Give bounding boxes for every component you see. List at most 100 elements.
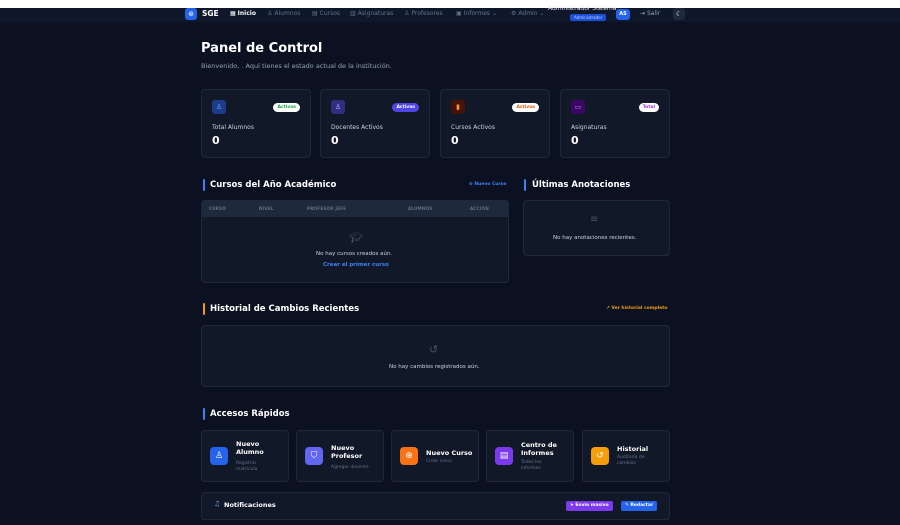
status-badge: Total bbox=[638, 103, 659, 112]
quick-subtitle: Todos los informes bbox=[521, 460, 542, 471]
view-history-link[interactable]: ↗ Ver historial completo bbox=[606, 306, 668, 311]
stat-label: Cursos Activos bbox=[451, 124, 495, 131]
top-strip bbox=[0, 0, 900, 8]
column-header: PROFESOR JEFE bbox=[307, 206, 347, 211]
book-icon: ▮ bbox=[451, 100, 465, 114]
brand-logo-icon[interactable]: ⊛ bbox=[185, 8, 197, 20]
logout-label: Salir bbox=[646, 10, 661, 17]
quick-subtitle: Crear curso bbox=[426, 459, 452, 464]
book-icon: ▥ bbox=[350, 10, 356, 17]
quick-new-teacher[interactable]: ⛉ Nuevo Profesor Agregar docente bbox=[296, 430, 384, 482]
status-badge: Activos bbox=[273, 103, 300, 112]
dashboard-icon: ▦ bbox=[230, 10, 236, 17]
history-icon: ↺ bbox=[429, 343, 439, 356]
top-navbar: ⊛ SGE ▦ Inicio ♙ Alumnos ▤ Cursos ▥ Asignatu… bbox=[0, 5, 900, 22]
history-icon: ↺ bbox=[591, 447, 609, 465]
quick-new-course[interactable]: ⊕ Nuevo Curso Crear curso bbox=[391, 430, 479, 482]
column-header: ALUMNOS bbox=[408, 206, 433, 211]
stat-label: Total Alumnos bbox=[212, 124, 254, 131]
stat-value: 0 bbox=[571, 134, 579, 147]
section-accent bbox=[203, 303, 205, 315]
moon-icon: ☾ bbox=[675, 10, 683, 18]
notes-icon: ≡ bbox=[590, 214, 599, 225]
nav-item-inicio[interactable]: ▦ Inicio bbox=[230, 10, 256, 17]
nav-item-admin[interactable]: ⚙ Admin ⌄ bbox=[511, 10, 544, 17]
quick-reports-center[interactable]: ▤ Centro de Informes Todos los informes bbox=[486, 430, 574, 482]
notes-section-title: Últimas Anotaciones bbox=[532, 180, 631, 190]
quick-history[interactable]: ↺ Historial Auditoría de cambios bbox=[582, 430, 670, 482]
logout-button[interactable]: ⇥ Salir bbox=[640, 10, 660, 17]
history-section-title: Historial de Cambios Recientes bbox=[210, 304, 360, 314]
quick-subtitle: Registrar matrícula bbox=[236, 461, 258, 472]
notes-panel bbox=[523, 200, 670, 256]
section-accent bbox=[203, 408, 205, 420]
column-header: CURSO bbox=[209, 206, 227, 211]
quick-subtitle: Agregar docente bbox=[331, 465, 369, 470]
quick-title: Nuevo Profesor bbox=[331, 444, 363, 460]
stat-value: 0 bbox=[212, 134, 220, 147]
bell-icon: ♫ bbox=[214, 500, 221, 508]
brand-name[interactable]: SGE bbox=[202, 9, 219, 18]
teacher-icon: ♙ bbox=[331, 100, 345, 114]
chevron-down-icon: ⌄ bbox=[537, 10, 545, 17]
logout-icon: ⇥ bbox=[640, 10, 647, 17]
subject-icon: ▭ bbox=[571, 100, 585, 114]
stat-label: Docentes Activos bbox=[331, 124, 383, 131]
stat-card-alumnos: ♙ Activos Total Alumnos 0 bbox=[201, 89, 311, 158]
create-first-course-link[interactable]: Crear el primer curso bbox=[323, 262, 389, 268]
document-icon: ▤ bbox=[495, 447, 513, 465]
nav-item-cursos[interactable]: ▤ Cursos bbox=[312, 10, 340, 17]
nav-item-profesores[interactable]: ♙ Profesores bbox=[404, 10, 443, 17]
stat-value: 0 bbox=[331, 134, 339, 147]
stat-label: Asignaturas bbox=[571, 124, 607, 131]
page-title: Panel de Control bbox=[201, 41, 323, 56]
courses-section-title: Cursos del Año Académico bbox=[210, 180, 337, 190]
nav-label: Asignaturas bbox=[357, 10, 394, 17]
column-header: ACCIÓN bbox=[470, 206, 490, 211]
table-header bbox=[202, 201, 508, 217]
nav-item-informes[interactable]: ▣ Informes ⌄ bbox=[456, 10, 497, 17]
quick-access-title: Accesos Rápidos bbox=[210, 409, 290, 419]
mass-send-button[interactable]: ➤ Envío masivo bbox=[566, 501, 613, 511]
settings-icon: ⚙ bbox=[511, 10, 517, 17]
section-accent bbox=[524, 179, 526, 191]
theme-toggle-button[interactable]: ☾ bbox=[673, 8, 685, 20]
report-icon: ▣ bbox=[456, 10, 462, 17]
teacher-icon: ⛉ bbox=[305, 447, 323, 465]
calendar-icon: ▤ bbox=[312, 10, 318, 17]
stat-card-cursos: ▮ Activos Cursos Activos 0 bbox=[440, 89, 550, 158]
empty-message: No hay cursos creados aún. bbox=[316, 251, 393, 257]
nav-label: Alumnos bbox=[274, 10, 301, 17]
compose-button[interactable]: ✎ Redactar bbox=[621, 501, 658, 511]
graduation-cap-icon: 🎓︎ bbox=[349, 231, 363, 244]
nav-item-alumnos[interactable]: ♙ Alumnos bbox=[267, 10, 300, 17]
nav-item-asignaturas[interactable]: ▥ Asignaturas bbox=[350, 10, 393, 17]
chevron-down-icon: ⌄ bbox=[490, 10, 497, 17]
nav-label: Profesores bbox=[411, 10, 443, 17]
stat-card-asignaturas: ▭ Total Asignaturas 0 bbox=[560, 89, 670, 158]
status-badge: Activos bbox=[512, 103, 539, 112]
users-icon: ♙ bbox=[267, 10, 273, 17]
user-name: Administrador Sistema bbox=[548, 5, 617, 12]
divider bbox=[202, 519, 669, 520]
column-header: NIVEL bbox=[259, 206, 274, 211]
section-accent bbox=[203, 179, 205, 191]
quick-title: Centro de Informes bbox=[521, 441, 557, 457]
quick-title: Nuevo Curso bbox=[426, 449, 473, 457]
empty-message: No hay cambios registrados aún. bbox=[389, 364, 480, 370]
quick-subtitle: Auditoría de cambios bbox=[617, 455, 645, 466]
teacher-icon: ♙ bbox=[404, 10, 410, 17]
page-subtitle: Bienvenido, . Aquí tienes el estado actu… bbox=[201, 62, 392, 70]
avatar[interactable]: AS bbox=[616, 9, 630, 20]
new-course-link[interactable]: ⊕ Nuevo Curso bbox=[469, 182, 506, 187]
quick-new-student[interactable]: ♙ Nuevo Alumno Registrar matrícula bbox=[201, 430, 289, 482]
nav-label: Informes bbox=[463, 10, 491, 17]
users-icon: ♙ bbox=[212, 100, 226, 114]
notifications-panel: ♫ Notificaciones ➤ Envío masivo ✎ Redact… bbox=[201, 492, 670, 520]
quick-title: Historial bbox=[617, 445, 649, 453]
history-panel bbox=[201, 325, 670, 387]
empty-message: No hay anotaciones recientes. bbox=[553, 235, 637, 241]
status-badge: Activos bbox=[392, 103, 419, 112]
nav-label: Cursos bbox=[319, 10, 341, 17]
stat-value: 0 bbox=[451, 134, 459, 147]
